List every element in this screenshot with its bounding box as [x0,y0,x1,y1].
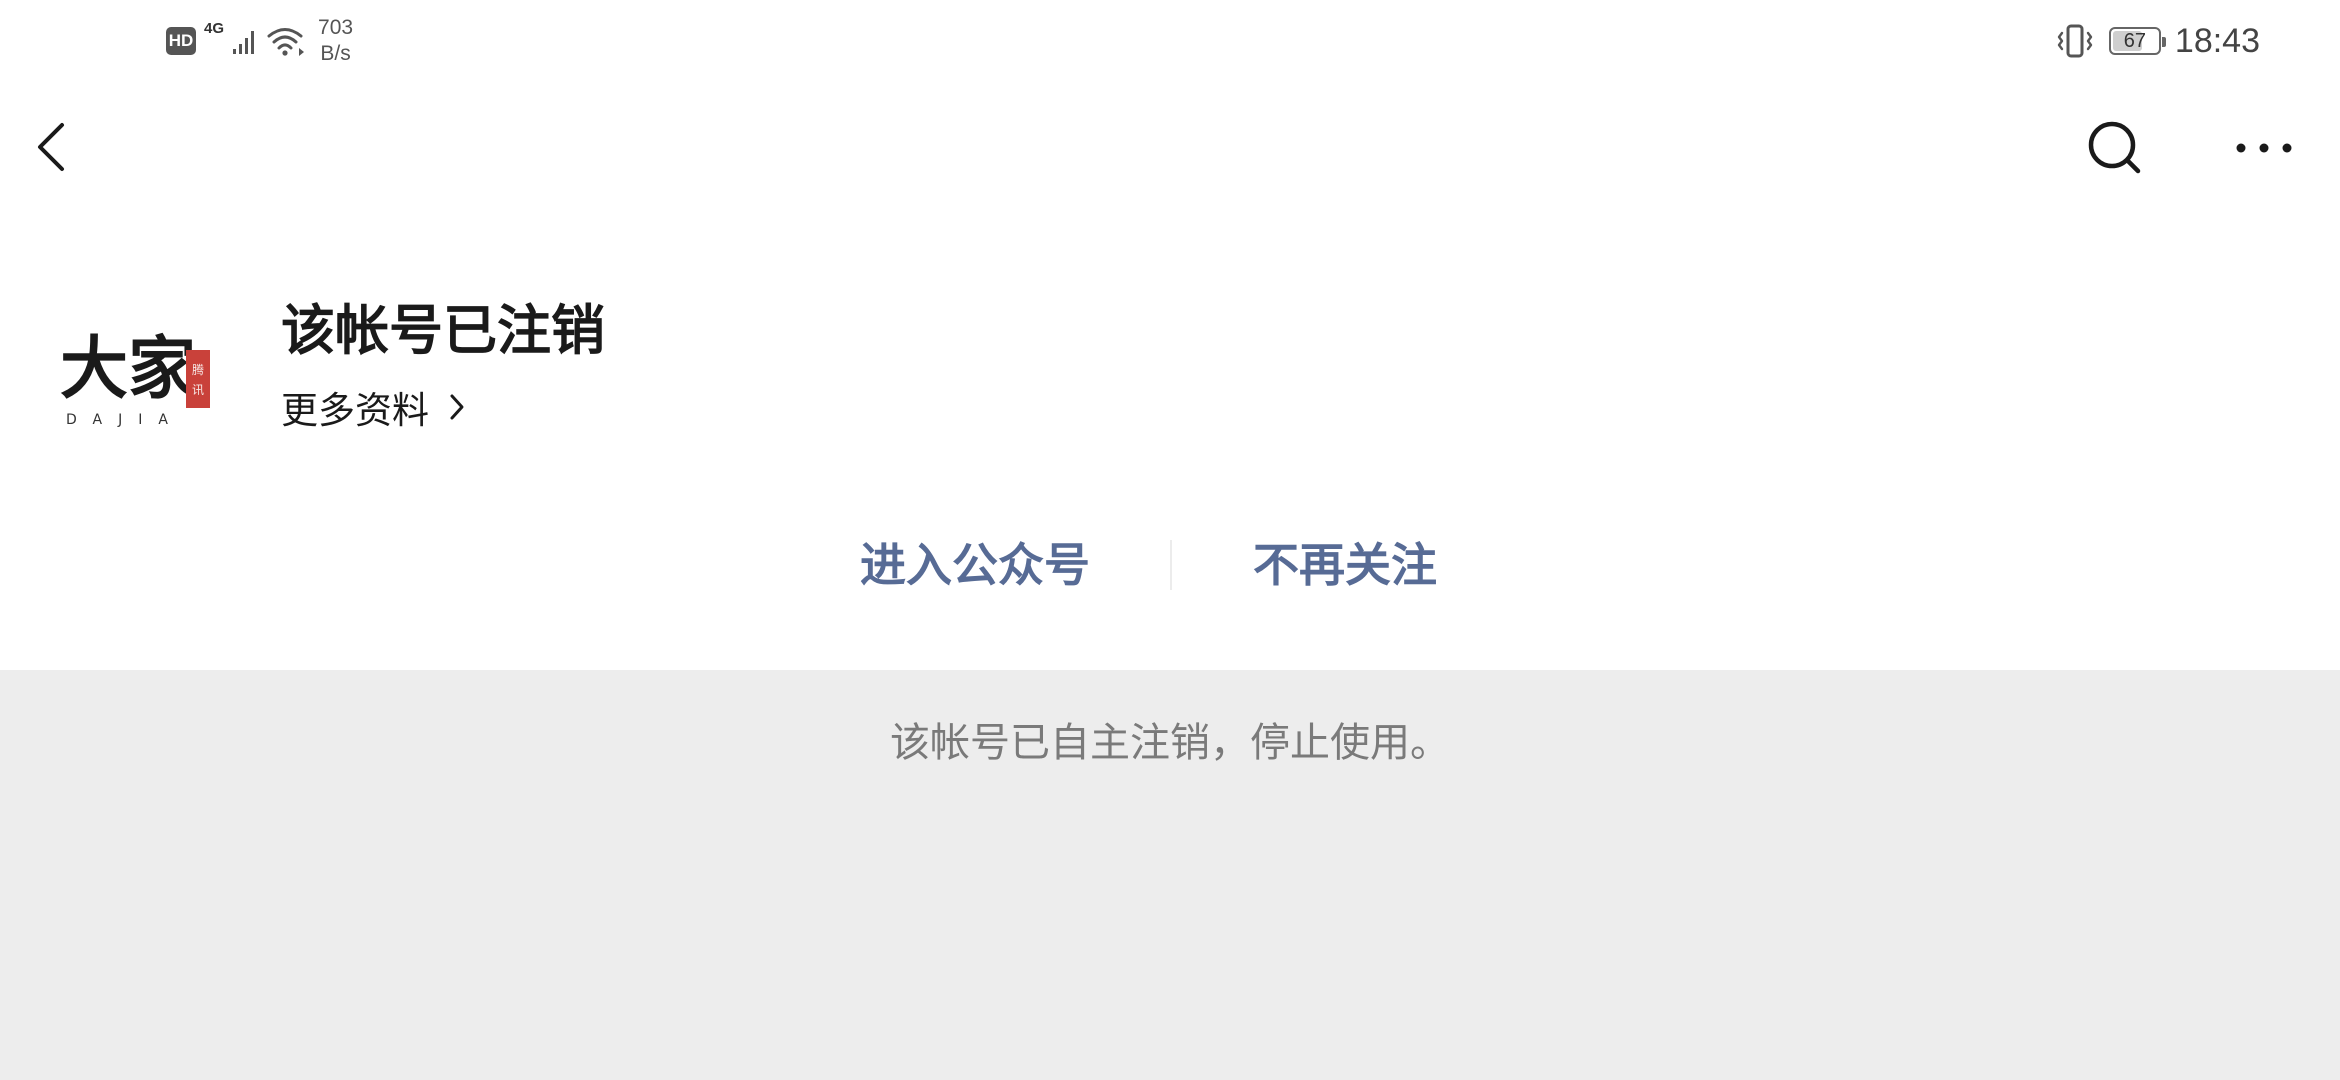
back-button[interactable] [28,112,78,182]
more-options-button[interactable] [2232,112,2298,182]
back-chevron-icon [38,123,64,171]
avatar-seal-text-bottom: 讯 [192,383,204,397]
avatar[interactable]: 大家 腾 讯 DAJIA [56,310,220,434]
status-clock: 18:43 [2174,21,2260,60]
avatar-logo-subtext: DAJIA [66,412,184,428]
network-speed-value: 703 [318,16,354,39]
unfollow-button[interactable]: 不再关注 [1253,530,1437,600]
action-bar: 进入公众号 不再关注 [0,530,2340,600]
battery-level-label: 67 [2123,29,2147,52]
search-icon [2088,121,2141,174]
dajia-logo: 大家 腾 讯 DAJIA [60,329,210,428]
avatar-seal-text-top: 腾 [192,362,204,377]
chevron-right-icon [450,394,464,420]
content-area: 该帐号已自主注销，停止使用。 [0,670,2340,1080]
battery-indicator: 67 [2108,27,2166,55]
more-dots-icon [2236,143,2292,153]
hd-badge: HD [166,27,196,55]
action-divider [1170,540,1172,590]
vibrate-icon [2057,24,2093,58]
account-profile-page: HD 4G 703 B/s 67 18:43 大家 腾 讯 DAJIA 该帐号已… [0,0,2340,1080]
status-bar: HD 4G 703 B/s 67 18:43 [0,0,2340,80]
cellular-signal-icon [233,31,255,54]
deregistered-notice: 该帐号已自主注销，停止使用。 [890,720,1450,766]
more-info-link[interactable]: 更多资料 [281,380,467,434]
network-speed-unit: B/s [320,42,351,65]
more-info-label: 更多资料 [281,389,429,432]
network-speed: 703 B/s [318,15,353,67]
wifi-icon [267,28,305,56]
status-bar-left: HD 4G 703 B/s [166,16,353,66]
network-type-label: 4G [204,20,225,37]
battery-tip [2161,37,2166,47]
status-bar-right: 67 18:43 [2055,16,2260,66]
avatar-logo-text: 大家 [60,329,196,409]
search-button[interactable] [2080,112,2150,182]
enter-official-account-button[interactable]: 进入公众号 [860,530,1090,600]
account-name: 该帐号已注销 [281,299,605,362]
